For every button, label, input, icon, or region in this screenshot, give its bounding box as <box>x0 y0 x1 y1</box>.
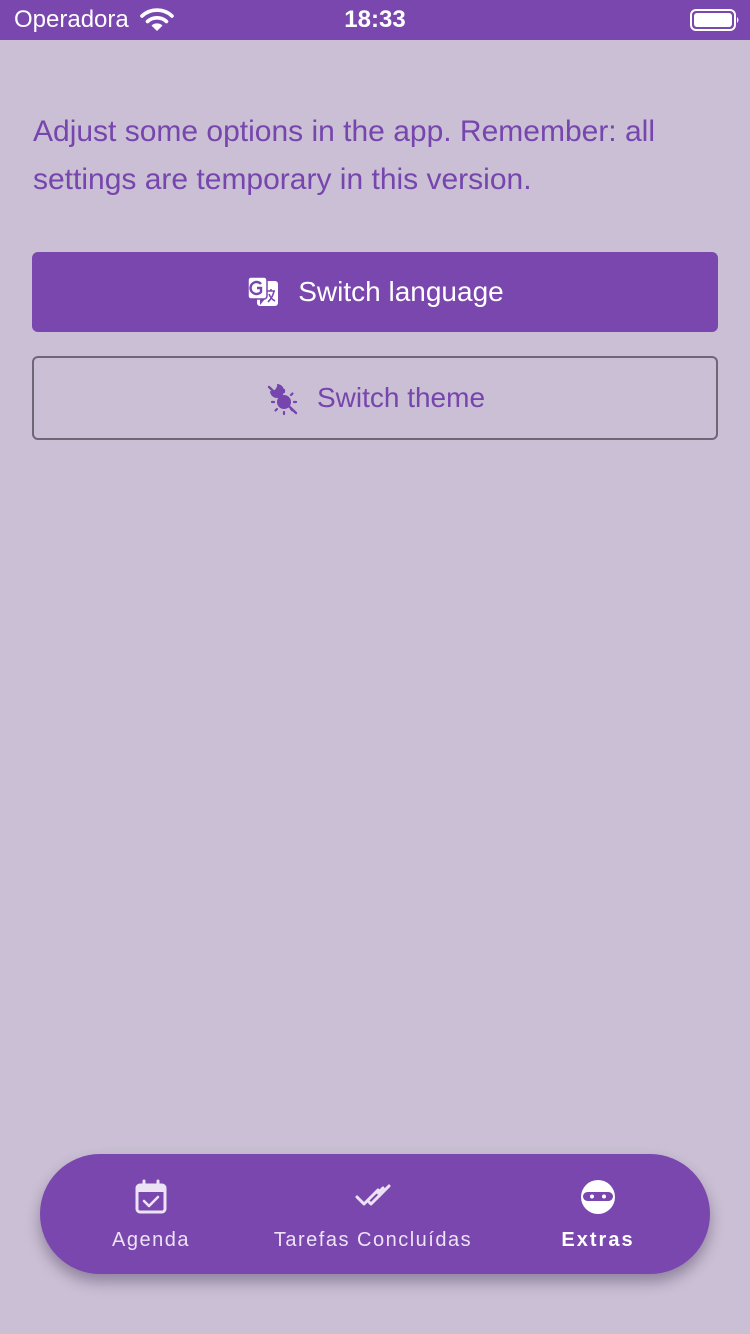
ninja-icon <box>581 1180 615 1214</box>
switch-language-label: Switch language <box>298 276 504 307</box>
nav-label-agenda: Agenda <box>112 1229 190 1251</box>
switch-theme-label: Switch theme <box>316 382 486 413</box>
status-bar: Operadora 18:33 <box>0 0 750 40</box>
theme-icon <box>267 384 298 415</box>
nav-item-agenda[interactable]: Agenda <box>90 1154 212 1274</box>
switch-theme-button[interactable]: Switch theme <box>32 356 718 440</box>
calendar-check-icon <box>135 1179 167 1214</box>
switch-language-button[interactable]: Switch language <box>32 252 718 332</box>
settings-description: Adjust some options in the app. Remember… <box>33 115 655 196</box>
battery-full-icon <box>690 9 739 31</box>
nav-label-extras: Extras <box>561 1229 635 1251</box>
status-time: 18:33 <box>344 6 406 33</box>
done-all-icon <box>355 1184 391 1206</box>
nav-item-extras[interactable]: Extras <box>542 1154 654 1274</box>
nav-label-tarefas-concluidas: Tarefas Concluídas <box>273 1229 473 1251</box>
nav-item-tarefas-concluidas[interactable]: Tarefas Concluídas <box>262 1154 484 1274</box>
bottom-navigation-bar: Agenda Tarefas Concluídas Extras <box>40 1154 710 1274</box>
translate-icon <box>247 276 279 306</box>
